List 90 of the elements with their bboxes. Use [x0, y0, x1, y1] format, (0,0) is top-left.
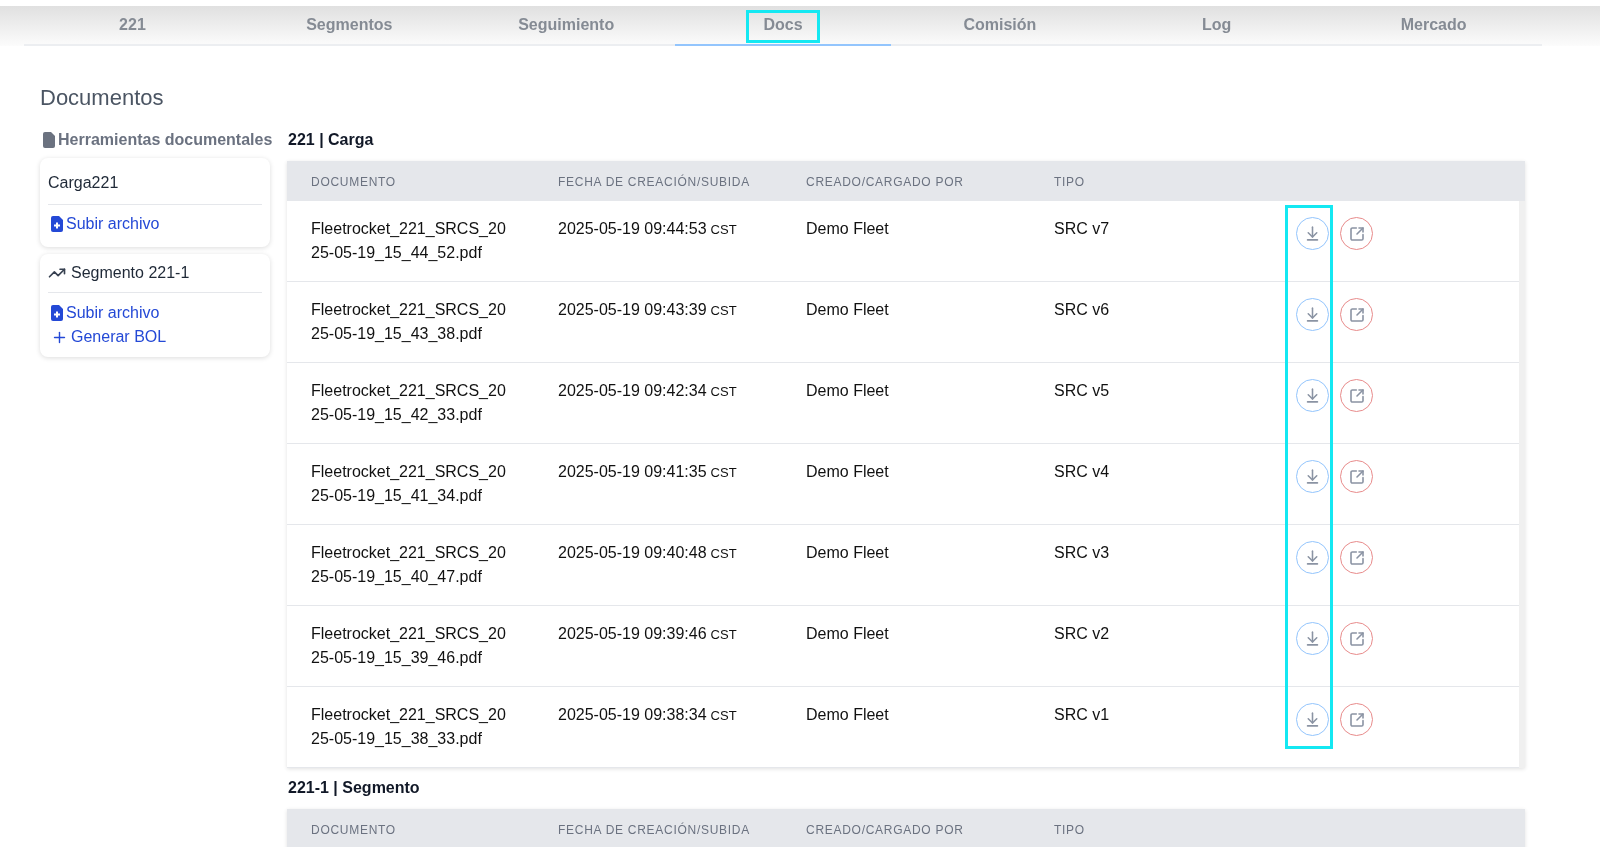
creator-text: Demo Fleet	[806, 463, 889, 480]
type-text: SRC v7	[1054, 220, 1110, 237]
section-title: 221-1 | Segmento	[287, 778, 420, 798]
type-text: SRC v6	[1054, 301, 1110, 318]
creator-text: Demo Fleet	[806, 625, 889, 642]
timezone-text: CST	[710, 626, 737, 644]
open-external-button[interactable]	[1340, 379, 1373, 412]
open-external-button[interactable]	[1340, 703, 1373, 736]
type-text: SRC v5	[1054, 382, 1110, 399]
file-plus-icon	[51, 216, 63, 232]
download-button[interactable]	[1296, 460, 1329, 493]
open-external-button[interactable]	[1340, 541, 1373, 574]
open-external-button[interactable]	[1340, 217, 1373, 250]
column-header: CREADO/CARGADO POR	[806, 823, 964, 837]
open-external-button[interactable]	[1340, 460, 1373, 493]
document-name: Fleetrocket_221_SRCS_2025-05-19_15_43_38.pdf	[311, 300, 507, 344]
card-title: Segmento 221-1	[71, 263, 190, 283]
tab[interactable]: Comisión	[891, 6, 1109, 46]
type-text: SRC v2	[1054, 625, 1110, 642]
date-text: 2025-05-19 09:43:39	[558, 300, 707, 320]
external-link-icon	[1348, 387, 1365, 404]
external-link-icon	[1348, 225, 1365, 242]
download-button[interactable]	[1296, 217, 1329, 250]
creator-text: Demo Fleet	[806, 544, 889, 561]
document-name: Fleetrocket_221_SRCS_2025-05-19_15_39_46.pdf	[311, 624, 507, 668]
date-text: 2025-05-19 09:42:34	[558, 381, 707, 401]
column-header: CREADO/CARGADO POR	[806, 175, 964, 189]
creator-text: Demo Fleet	[806, 301, 889, 318]
document-name: Fleetrocket_221_SRCS_2025-05-19_15_38_33.pdf	[311, 705, 507, 749]
timezone-text: CST	[710, 464, 737, 482]
creator-text: Demo Fleet	[806, 220, 889, 237]
type-text: SRC v3	[1054, 544, 1110, 561]
download-icon	[1304, 387, 1321, 404]
tab[interactable]: 221	[24, 6, 241, 46]
external-link-icon	[1348, 711, 1365, 728]
document-name: Fleetrocket_221_SRCS_2025-05-19_15_44_52.pdf	[311, 219, 507, 263]
file-plus-icon	[51, 305, 63, 321]
external-link-icon	[1348, 306, 1365, 323]
creator-text: Demo Fleet	[806, 706, 889, 723]
open-external-button[interactable]	[1340, 298, 1373, 331]
timezone-text: CST	[710, 221, 737, 239]
column-header: DOCUMENTO	[311, 823, 396, 837]
download-icon	[1304, 225, 1321, 242]
tab[interactable]: Docs	[674, 6, 892, 46]
tab[interactable]: Segmentos	[240, 6, 458, 46]
date-text: 2025-05-19 09:39:46	[558, 624, 707, 644]
open-external-button[interactable]	[1340, 622, 1373, 655]
action-link[interactable]: Subir archivo	[48, 301, 160, 325]
document-name: Fleetrocket_221_SRCS_2025-05-19_15_40_47.pdf	[311, 543, 507, 587]
creator-text: Demo Fleet	[806, 382, 889, 399]
timezone-text: CST	[710, 383, 737, 401]
card-title: Carga221	[48, 173, 119, 193]
column-header: TIPO	[1054, 823, 1085, 837]
timezone-text: CST	[710, 545, 737, 563]
tab[interactable]: Seguimiento	[457, 6, 675, 46]
download-icon	[1304, 468, 1321, 485]
action-link[interactable]: Subir archivo	[48, 212, 160, 236]
download-icon	[1304, 306, 1321, 323]
type-text: SRC v1	[1054, 706, 1110, 723]
date-text: 2025-05-19 09:38:34	[558, 705, 707, 725]
tab[interactable]: Log	[1108, 6, 1326, 46]
column-header: TIPO	[1054, 175, 1085, 189]
external-link-icon	[1348, 630, 1365, 647]
column-header: DOCUMENTO	[311, 175, 396, 189]
external-link-icon	[1348, 468, 1365, 485]
download-button[interactable]	[1296, 622, 1329, 655]
file-icon	[43, 132, 55, 148]
date-text: 2025-05-19 09:44:53	[558, 219, 707, 239]
timezone-text: CST	[710, 302, 737, 320]
document-name: Fleetrocket_221_SRCS_2025-05-19_15_42_33.pdf	[311, 381, 507, 425]
column-header: FECHA DE CREACIÓN/SUBIDA	[558, 823, 750, 837]
download-button[interactable]	[1296, 703, 1329, 736]
date-text: 2025-05-19 09:40:48	[558, 543, 707, 563]
download-button[interactable]	[1296, 298, 1329, 331]
external-link-icon	[1348, 549, 1365, 566]
download-icon	[1304, 630, 1321, 647]
type-text: SRC v4	[1054, 463, 1110, 480]
timezone-text: CST	[710, 707, 737, 725]
section-title: 221 | Carga	[287, 130, 374, 150]
sidebar-heading: Herramientas documentales	[58, 130, 273, 150]
download-icon	[1304, 549, 1321, 566]
download-icon	[1304, 711, 1321, 728]
action-link[interactable]: Generar BOL	[48, 325, 167, 349]
column-header: FECHA DE CREACIÓN/SUBIDA	[558, 175, 750, 189]
date-text: 2025-05-19 09:41:35	[558, 462, 707, 482]
page-title: Documentos	[40, 84, 164, 112]
document-name: Fleetrocket_221_SRCS_2025-05-19_15_41_34.pdf	[311, 462, 507, 506]
download-button[interactable]	[1296, 379, 1329, 412]
download-button[interactable]	[1296, 541, 1329, 574]
tab[interactable]: Mercado	[1325, 6, 1542, 46]
